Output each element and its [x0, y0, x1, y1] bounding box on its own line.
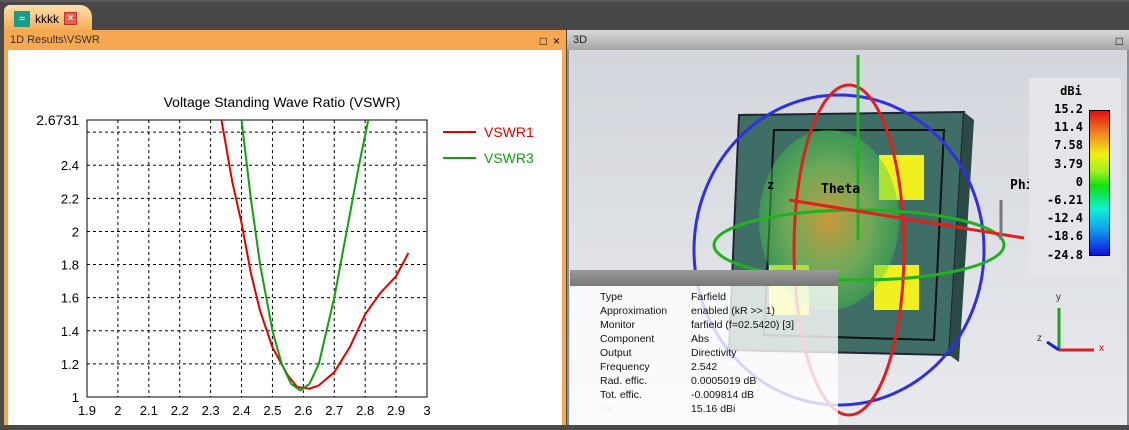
document-tab[interactable]: ≈ kkkk ×	[4, 5, 92, 32]
x-tick-label: 3	[423, 403, 430, 418]
y-tick-label: 1.4	[61, 324, 79, 339]
info-key: Approximation	[600, 305, 668, 317]
maximize-icon[interactable]: □	[1116, 34, 1123, 48]
farfield-info-box: Type Farfield Approximation enabled (kR >> …	[570, 270, 838, 425]
colorbar-label: 11.4	[1054, 120, 1083, 135]
panel-title: 1D Results\VSWR	[10, 34, 100, 46]
info-key: Type	[600, 291, 623, 303]
legend-label: VSWR1	[484, 124, 534, 140]
y-tick-label: 2.4	[61, 158, 79, 173]
x-tick-label: 2	[114, 403, 121, 418]
x-tick-label: 2.8	[356, 403, 374, 418]
info-row: Type Farfield	[570, 291, 838, 305]
y-max-label: 2.6731	[36, 112, 79, 128]
colorbar-label: -12.4	[1046, 211, 1083, 226]
close-icon[interactable]: ×	[553, 34, 560, 48]
legend-unit: dBi	[1060, 84, 1082, 98]
x-tick-label: 2.3	[202, 403, 220, 418]
chart-title: Voltage Standing Wave Ratio (VSWR)	[164, 94, 401, 110]
color-scale-legend: dBi 15.2 11.4 7.58 3.79 0 -6.21 -12.4 -18.6 -24.…	[1029, 78, 1121, 276]
x-tick-label: 2.5	[263, 403, 281, 418]
maximize-icon[interactable]: □	[540, 34, 547, 48]
info-value: farfield (f=02.5420) [3]	[691, 319, 795, 331]
vswr-chart: Voltage Standing Wave Ratio (VSWR) 1.9 2 2.…	[8, 50, 562, 430]
colorbar-label: 7.58	[1054, 138, 1083, 153]
info-key: Output	[600, 347, 632, 359]
info-row: Frequency 2.542	[570, 361, 838, 375]
colorbar-label: 3.79	[1054, 156, 1083, 171]
info-key: Monitor	[600, 319, 636, 331]
info-key: Frequency	[600, 361, 650, 373]
y-tick-label: 1.6	[61, 291, 79, 306]
info-row: Monitor farfield (f=02.5420) [3]	[570, 319, 838, 333]
info-row: Tot. effic. -0.009814 dB	[570, 389, 838, 403]
colorbar-label: -6.21	[1046, 193, 1083, 207]
panel-title: 3D	[573, 34, 588, 46]
z-label: z	[767, 178, 775, 192]
info-value: Farfield	[691, 291, 727, 303]
theta-label: Theta	[821, 182, 861, 197]
axis-x-label: x	[1099, 343, 1104, 354]
tab-label: kkkk	[35, 11, 59, 26]
y-tick-label: 1.8	[61, 258, 79, 273]
close-tab-icon[interactable]: ×	[64, 12, 77, 25]
wave-icon: ≈	[14, 10, 30, 27]
legend-label: VSWR3	[484, 150, 534, 166]
plot-frame	[86, 119, 428, 398]
3d-panel: 3D □ Theta z Phi y x z dBi 15.2 11.4 7.58 3.…	[567, 30, 1129, 425]
y-tick-label: 2	[72, 224, 79, 239]
series-line-vswr1	[220, 120, 410, 390]
info-value: -0.009814 dB	[691, 389, 755, 401]
info-value: 15.16 dBi	[691, 403, 736, 415]
colorbar-label: -24.8	[1046, 247, 1083, 262]
x-tick-label: 2.4	[233, 403, 251, 418]
y-tick-label: 1.2	[61, 357, 79, 372]
color-bar	[1089, 110, 1110, 256]
info-value: Abs	[691, 333, 710, 345]
info-key: Dir.	[600, 403, 616, 415]
info-key: Rad. effic.	[600, 375, 648, 387]
info-row: Rad. effic. 0.0005019 dB	[570, 375, 838, 389]
3d-viewport[interactable]: Theta z Phi y x z dBi 15.2 11.4 7.58 3.79 0-…	[569, 50, 1127, 425]
y-tick-label: 2.2	[61, 191, 79, 206]
results-panel: 1D Results\VSWR □ × Voltage Standing Wave…	[4, 30, 566, 430]
info-value: 0.0005019 dB	[691, 375, 757, 387]
info-value: enabled (kR >> 1)	[691, 305, 776, 317]
colorbar-label: -18.6	[1046, 229, 1083, 244]
colorbar-label: 15.2	[1054, 102, 1083, 116]
info-key: Component	[600, 333, 655, 345]
axis-y-label: y	[1056, 292, 1061, 303]
info-row: Approximation enabled (kR >> 1)	[570, 305, 838, 319]
x-tick-label: 2.7	[325, 403, 343, 418]
info-row: Dir. 15.16 dBi	[570, 403, 838, 417]
axis-z-label: z	[1037, 333, 1042, 344]
info-value: Directivity	[691, 347, 737, 359]
x-tick-label: 2.6	[294, 403, 312, 418]
axis-triad-icon	[1046, 308, 1094, 352]
document-tab-bar: ≈ kkkk ×	[0, 0, 1129, 32]
info-key: Tot. effic.	[600, 389, 642, 401]
x-tick-label: 2.1	[140, 403, 158, 418]
y-tick-label: 1	[72, 390, 79, 405]
info-row: Component Abs	[570, 333, 838, 347]
info-row: Output Directivity	[570, 347, 838, 361]
x-tick-label: 1.9	[78, 403, 96, 418]
x-tick-label: 2.2	[171, 403, 189, 418]
colorbar-label: 0	[1075, 174, 1083, 189]
info-value: 2.542	[691, 361, 718, 373]
x-tick-label: 2.9	[387, 403, 405, 418]
